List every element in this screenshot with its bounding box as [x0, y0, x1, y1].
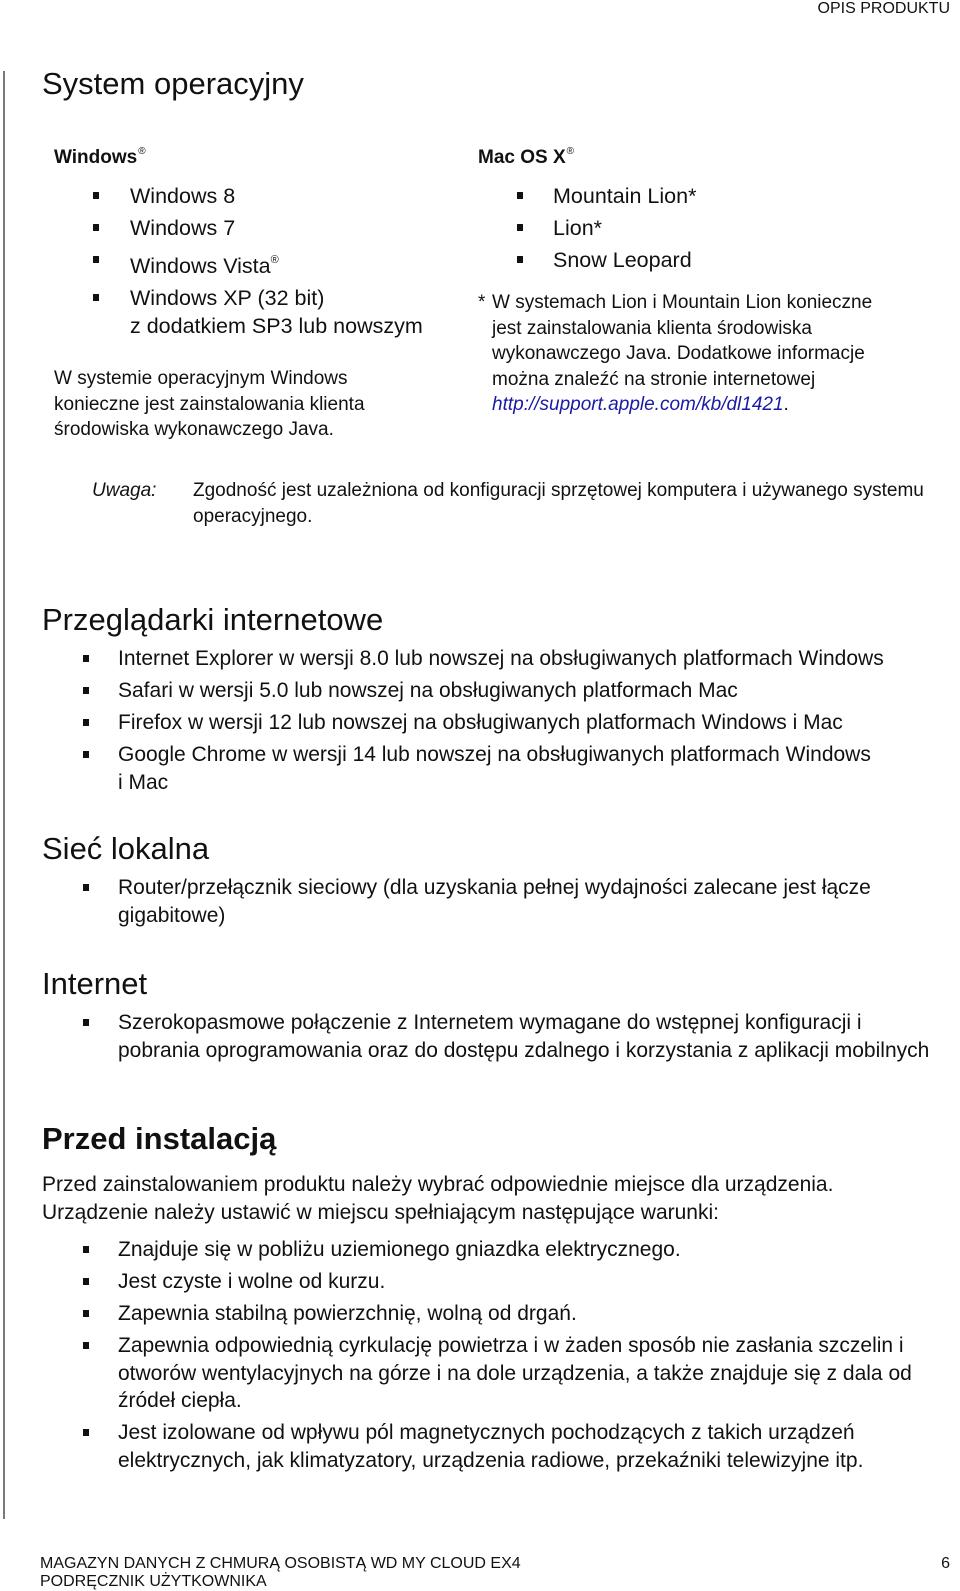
- square-bullet-icon: [83, 1278, 89, 1285]
- mac-java-footnote: * W systemach Lion i Mountain Lion konie…: [478, 290, 938, 418]
- list-item: Internet Explorer w wersji 8.0 lub nowsz…: [83, 645, 953, 673]
- windows-column-title: Windows®: [54, 141, 146, 169]
- list-item-text: Google Chrome w wersji 14 lub nowszej na…: [118, 743, 871, 794]
- square-bullet-icon: [83, 751, 89, 758]
- footnote-marker: *: [478, 292, 486, 313]
- square-bullet-icon: [83, 1246, 89, 1253]
- list-item: Zapewnia stabilną powierzchnię, wolną od…: [83, 1300, 953, 1328]
- note-line: W systemie operacyjnym Windows: [54, 368, 348, 389]
- list-item: Zapewnia odpowiednią cyrkulację powietrz…: [83, 1332, 953, 1415]
- footnote-line: można znaleźć na stronie internetowej: [492, 368, 816, 390]
- note-text: Zgodność jest uzależniona od konfiguracj…: [193, 480, 924, 527]
- list-item: Jest czyste i wolne od kurzu.: [83, 1268, 953, 1296]
- list-item-text: Jest czyste i wolne od kurzu.: [118, 1270, 386, 1293]
- list-item: Windows 7: [93, 212, 423, 244]
- list-item-text: Mountain Lion*: [553, 184, 697, 208]
- before-install-intro: Przed zainstalowaniem produktu należy wy…: [42, 1173, 834, 1224]
- list-item-text: Zapewnia odpowiednią cyrkulację powietrz…: [118, 1334, 912, 1412]
- list-item: Snow Leopard: [517, 244, 696, 276]
- list-item: Windows Vista®: [93, 244, 423, 282]
- square-bullet-icon: [93, 256, 99, 263]
- link-suffix: .: [783, 394, 789, 415]
- mac-title-text: Mac OS X: [478, 147, 566, 168]
- list-item: Lion*: [517, 212, 696, 244]
- apple-support-link[interactable]: http://support.apple.com/kb/dl1421: [492, 394, 784, 415]
- footnote-body: W systemach Lion i Mountain Lion koniecz…: [478, 290, 938, 418]
- registered-mark: ®: [566, 146, 575, 157]
- list-item: Znajduje się w pobliżu uziemionego gniaz…: [83, 1236, 953, 1264]
- placement-requirements-list: Znajduje się w pobliżu uziemionego gniaz…: [83, 1236, 953, 1479]
- square-bullet-icon: [83, 1019, 89, 1026]
- note-label: Uwaga:: [92, 480, 157, 501]
- footnote-line: wykonawczego Java. Dodatkowe informacje: [492, 343, 865, 364]
- list-item: Google Chrome w wersji 14 lub nowszej na…: [83, 741, 878, 796]
- section-title-os: System operacyjny: [42, 66, 304, 101]
- footnote-line: jest zainstalowania klienta środowiska: [492, 317, 812, 339]
- left-margin-rule: [3, 71, 5, 1519]
- list-item: Windows XP (32 bit) z dodatkiem SP3 lub n…: [93, 284, 423, 340]
- list-item-text: Windows XP (32 bit): [130, 286, 325, 310]
- list-item-text: Windows Vista: [130, 254, 271, 278]
- square-bullet-icon: [83, 884, 89, 891]
- list-item-text: Lion*: [553, 216, 603, 240]
- list-item-text: Snow Leopard: [553, 248, 692, 272]
- square-bullet-icon: [83, 1429, 89, 1436]
- mac-column-title: Mac OS X®: [478, 141, 574, 169]
- list-item-text: Safari w wersji 5.0 lub nowszej na obsłu…: [118, 679, 738, 702]
- windows-title-text: Windows: [54, 147, 138, 168]
- footer-product: MAGAZYN DANYCH Z CHMURĄ OSOBISTĄ WD MY C…: [40, 1555, 521, 1591]
- note-line: konieczne jest zainstalowania klienta: [54, 393, 365, 415]
- footnote-line: W systemach Lion i Mountain Lion koniecz…: [492, 292, 873, 313]
- square-bullet-icon: [83, 655, 89, 662]
- list-item: Szerokopasmowe połączenie z Internetem w…: [83, 1009, 938, 1064]
- list-item-text: Szerokopasmowe połączenie z Internetem w…: [118, 1011, 930, 1062]
- section-title-lan: Sieć lokalna: [42, 831, 210, 866]
- running-header: OPIS PRODUKTU: [817, 0, 950, 17]
- list-item: Firefox w wersji 12 lub nowszej na obsłu…: [83, 709, 953, 737]
- list-item-text: Jest izolowane od wpływu pól magnetyczny…: [118, 1421, 864, 1472]
- internet-list: Szerokopasmowe połączenie z Internetem w…: [83, 1009, 953, 1069]
- square-bullet-icon: [93, 294, 99, 301]
- square-bullet-icon: [517, 224, 523, 231]
- windows-java-note: W systemie operacyjnym Windows konieczne…: [54, 366, 454, 443]
- section-title-internet: Internet: [42, 966, 148, 1001]
- footer-manual-line: PODRĘCZNIK UŻYTKOWNIKA: [40, 1573, 267, 1590]
- lan-list: Router/przełącznik sieciowy (dla uzyskan…: [83, 874, 953, 934]
- footer-product-line: MAGAZYN DANYCH Z CHMURĄ OSOBISTĄ WD MY C…: [40, 1555, 521, 1572]
- browsers-list: Internet Explorer w wersji 8.0 lub nowsz…: [83, 645, 953, 801]
- list-item-text: Windows 7: [130, 216, 236, 240]
- mac-versions-list: Mountain Lion* Lion* Snow Leopard: [517, 180, 697, 276]
- section-title-browsers: Przeglądarki internetowe: [42, 602, 384, 637]
- list-item-text: Zapewnia stabilną powierzchnię, wolną od…: [118, 1302, 577, 1325]
- square-bullet-icon: [83, 719, 89, 726]
- square-bullet-icon: [93, 192, 99, 199]
- registered-mark: ®: [138, 146, 146, 157]
- list-item: Windows 8: [93, 180, 423, 212]
- page-number: 6: [941, 1555, 950, 1572]
- list-item: Mountain Lion*: [517, 180, 697, 212]
- list-item-text: Router/przełącznik sieciowy (dla uzyskan…: [118, 876, 871, 927]
- note-line: środowiska wykonawczego Java.: [54, 419, 334, 440]
- list-item-text: Znajduje się w pobliżu uziemionego gniaz…: [118, 1238, 681, 1261]
- list-item-text-continued: z dodatkiem SP3 lub nowszym: [130, 314, 423, 338]
- square-bullet-icon: [83, 687, 89, 694]
- list-item: Safari w wersji 5.0 lub nowszej na obsłu…: [83, 677, 953, 705]
- square-bullet-icon: [83, 1310, 89, 1317]
- list-item-text: Internet Explorer w wersji 8.0 lub nowsz…: [118, 647, 884, 670]
- square-bullet-icon: [517, 192, 523, 199]
- section-title-before-install: Przed instalacją: [42, 1121, 277, 1156]
- list-item: Router/przełącznik sieciowy (dla uzyskan…: [83, 874, 953, 929]
- windows-versions-list: Windows 8 Windows 7 Windows Vista® Windo…: [93, 180, 423, 340]
- registered-mark: ®: [270, 254, 279, 266]
- list-item-text: Firefox w wersji 12 lub nowszej na obsłu…: [118, 711, 843, 734]
- square-bullet-icon: [83, 1342, 89, 1349]
- list-item-text: Windows 8: [130, 184, 236, 208]
- list-item: Jest izolowane od wpływu pól magnetyczny…: [83, 1419, 953, 1474]
- square-bullet-icon: [93, 224, 99, 231]
- square-bullet-icon: [517, 256, 523, 263]
